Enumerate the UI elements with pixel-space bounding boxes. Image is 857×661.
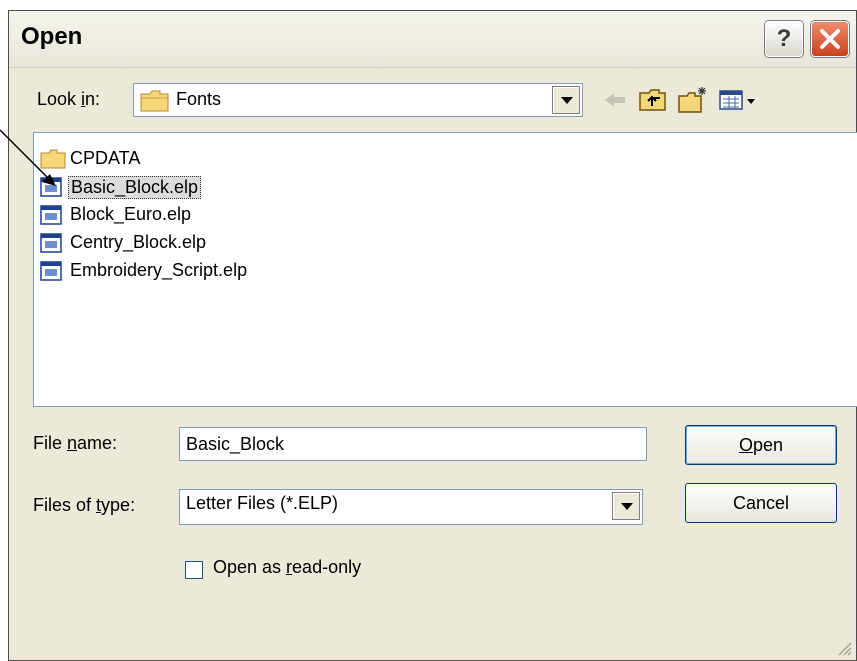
readonly-checkbox[interactable] — [185, 561, 203, 579]
lookin-label: Look in: — [37, 89, 101, 109]
back-arrow-icon — [605, 93, 625, 107]
file-list[interactable]: CPDATA Basic_Block.elp Block_Euro.elp Ce… — [33, 132, 857, 407]
file-name: CPDATA — [70, 148, 141, 168]
filetype-label: Files of type: — [33, 495, 136, 515]
file-name: Basic_Block.elp — [68, 176, 202, 199]
lookin-value: Fonts — [176, 89, 222, 109]
resize-grip-icon[interactable] — [838, 642, 852, 656]
up-folder-icon — [639, 89, 666, 111]
folder-icon — [140, 90, 169, 112]
chevron-down-icon — [621, 503, 633, 510]
help-button[interactable]: ? — [765, 21, 803, 57]
elp-file-icon — [40, 177, 62, 197]
elp-file-icon — [40, 205, 62, 225]
cancel-button[interactable]: Cancel — [685, 483, 837, 523]
view-menu-icon — [719, 90, 755, 110]
new-folder-button[interactable] — [677, 85, 709, 115]
help-icon: ? — [776, 25, 792, 52]
title-bar[interactable]: Open ? — [9, 11, 856, 68]
folder-icon — [40, 149, 66, 169]
file-name: Block_Euro.elp — [70, 204, 192, 224]
view-menu-button[interactable] — [717, 85, 759, 115]
dialog-title: Open — [21, 23, 83, 50]
readonly-label[interactable]: Open as read-only — [213, 557, 361, 578]
file-name: Embroidery_Script.elp — [70, 260, 248, 280]
lookin-dropdown-button[interactable] — [552, 86, 580, 114]
elp-file-icon — [40, 261, 62, 281]
file-name: Centry_Block.elp — [70, 232, 207, 252]
filetype-combo[interactable]: Letter Files (*.ELP) — [179, 489, 643, 525]
close-button[interactable] — [811, 21, 849, 57]
filename-label: File name: — [33, 433, 118, 453]
lookin-combo[interactable]: Fonts — [133, 83, 583, 117]
filename-input[interactable] — [179, 427, 647, 461]
chevron-down-icon — [561, 97, 573, 104]
back-button[interactable] — [599, 85, 631, 115]
open-dialog: Open ? Look in: Fonts CPDATA Basic_Block… — [8, 10, 857, 661]
elp-file-icon — [40, 233, 62, 253]
new-folder-icon — [678, 87, 706, 113]
filetype-value: Letter Files (*.ELP) — [186, 493, 339, 513]
up-one-level-button[interactable] — [637, 85, 669, 115]
open-button[interactable]: Open — [685, 425, 837, 465]
close-icon — [820, 29, 840, 49]
filetype-dropdown-button[interactable] — [612, 492, 640, 520]
